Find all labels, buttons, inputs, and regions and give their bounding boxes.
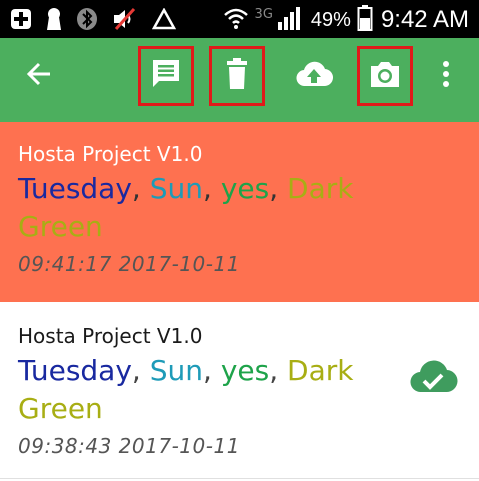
record-values: Tuesday, Sun, yes, Dark Green (18, 354, 354, 425)
alert-triangle-icon (151, 7, 177, 34)
message-icon (149, 57, 183, 95)
record-values: Tuesday, Sun, yes, Dark Green (18, 172, 354, 243)
trash-icon (224, 58, 250, 94)
camera-button[interactable] (357, 46, 413, 106)
network-type-label: 3G (254, 6, 273, 22)
record-day: Tuesday (18, 172, 132, 205)
battery-icon (357, 4, 373, 36)
record-timestamp: 09:38:43 2017-10-11 (18, 434, 240, 458)
wifi-icon (223, 6, 249, 34)
cloud-synced-icon (408, 358, 458, 398)
keyhole-icon (46, 7, 62, 35)
back-button[interactable] (14, 46, 64, 106)
record-answer: yes (220, 172, 270, 205)
delete-button[interactable] (209, 46, 265, 106)
app-bar (0, 38, 479, 122)
list-item[interactable]: Hosta Project V1.0 Tuesday, Sun, yes, Da… (0, 122, 479, 302)
record-weather: Sun (149, 354, 203, 387)
record-answer: yes (220, 354, 270, 387)
camera-icon (368, 59, 402, 93)
overflow-menu-button[interactable] (426, 46, 466, 106)
medical-cross-icon (10, 8, 32, 34)
record-weather: Sun (149, 172, 203, 205)
comment-button[interactable] (138, 46, 194, 106)
back-arrow-icon (26, 61, 52, 91)
status-bar: 3G 49% 9:42 AM (0, 0, 479, 38)
record-title: Hosta Project V1.0 (18, 142, 203, 166)
signal-strength-icon (277, 4, 305, 36)
list-item[interactable]: Hosta Project V1.0 Tuesday, Sun, yes, Da… (0, 302, 479, 481)
record-day: Tuesday (18, 354, 132, 387)
upload-button[interactable] (286, 46, 342, 106)
cloud-upload-icon (295, 60, 334, 92)
battery-percent: 49% (310, 8, 351, 31)
record-timestamp: 09:41:17 2017-10-11 (18, 252, 240, 276)
record-title: Hosta Project V1.0 (18, 324, 203, 348)
divider (0, 478, 479, 479)
record-list: Hosta Project V1.0 Tuesday, Sun, yes, Da… (0, 122, 479, 481)
bluetooth-icon (76, 7, 98, 35)
status-time: 9:42 AM (380, 6, 469, 33)
volume-muted-icon (112, 7, 138, 35)
more-vert-icon (442, 60, 450, 92)
